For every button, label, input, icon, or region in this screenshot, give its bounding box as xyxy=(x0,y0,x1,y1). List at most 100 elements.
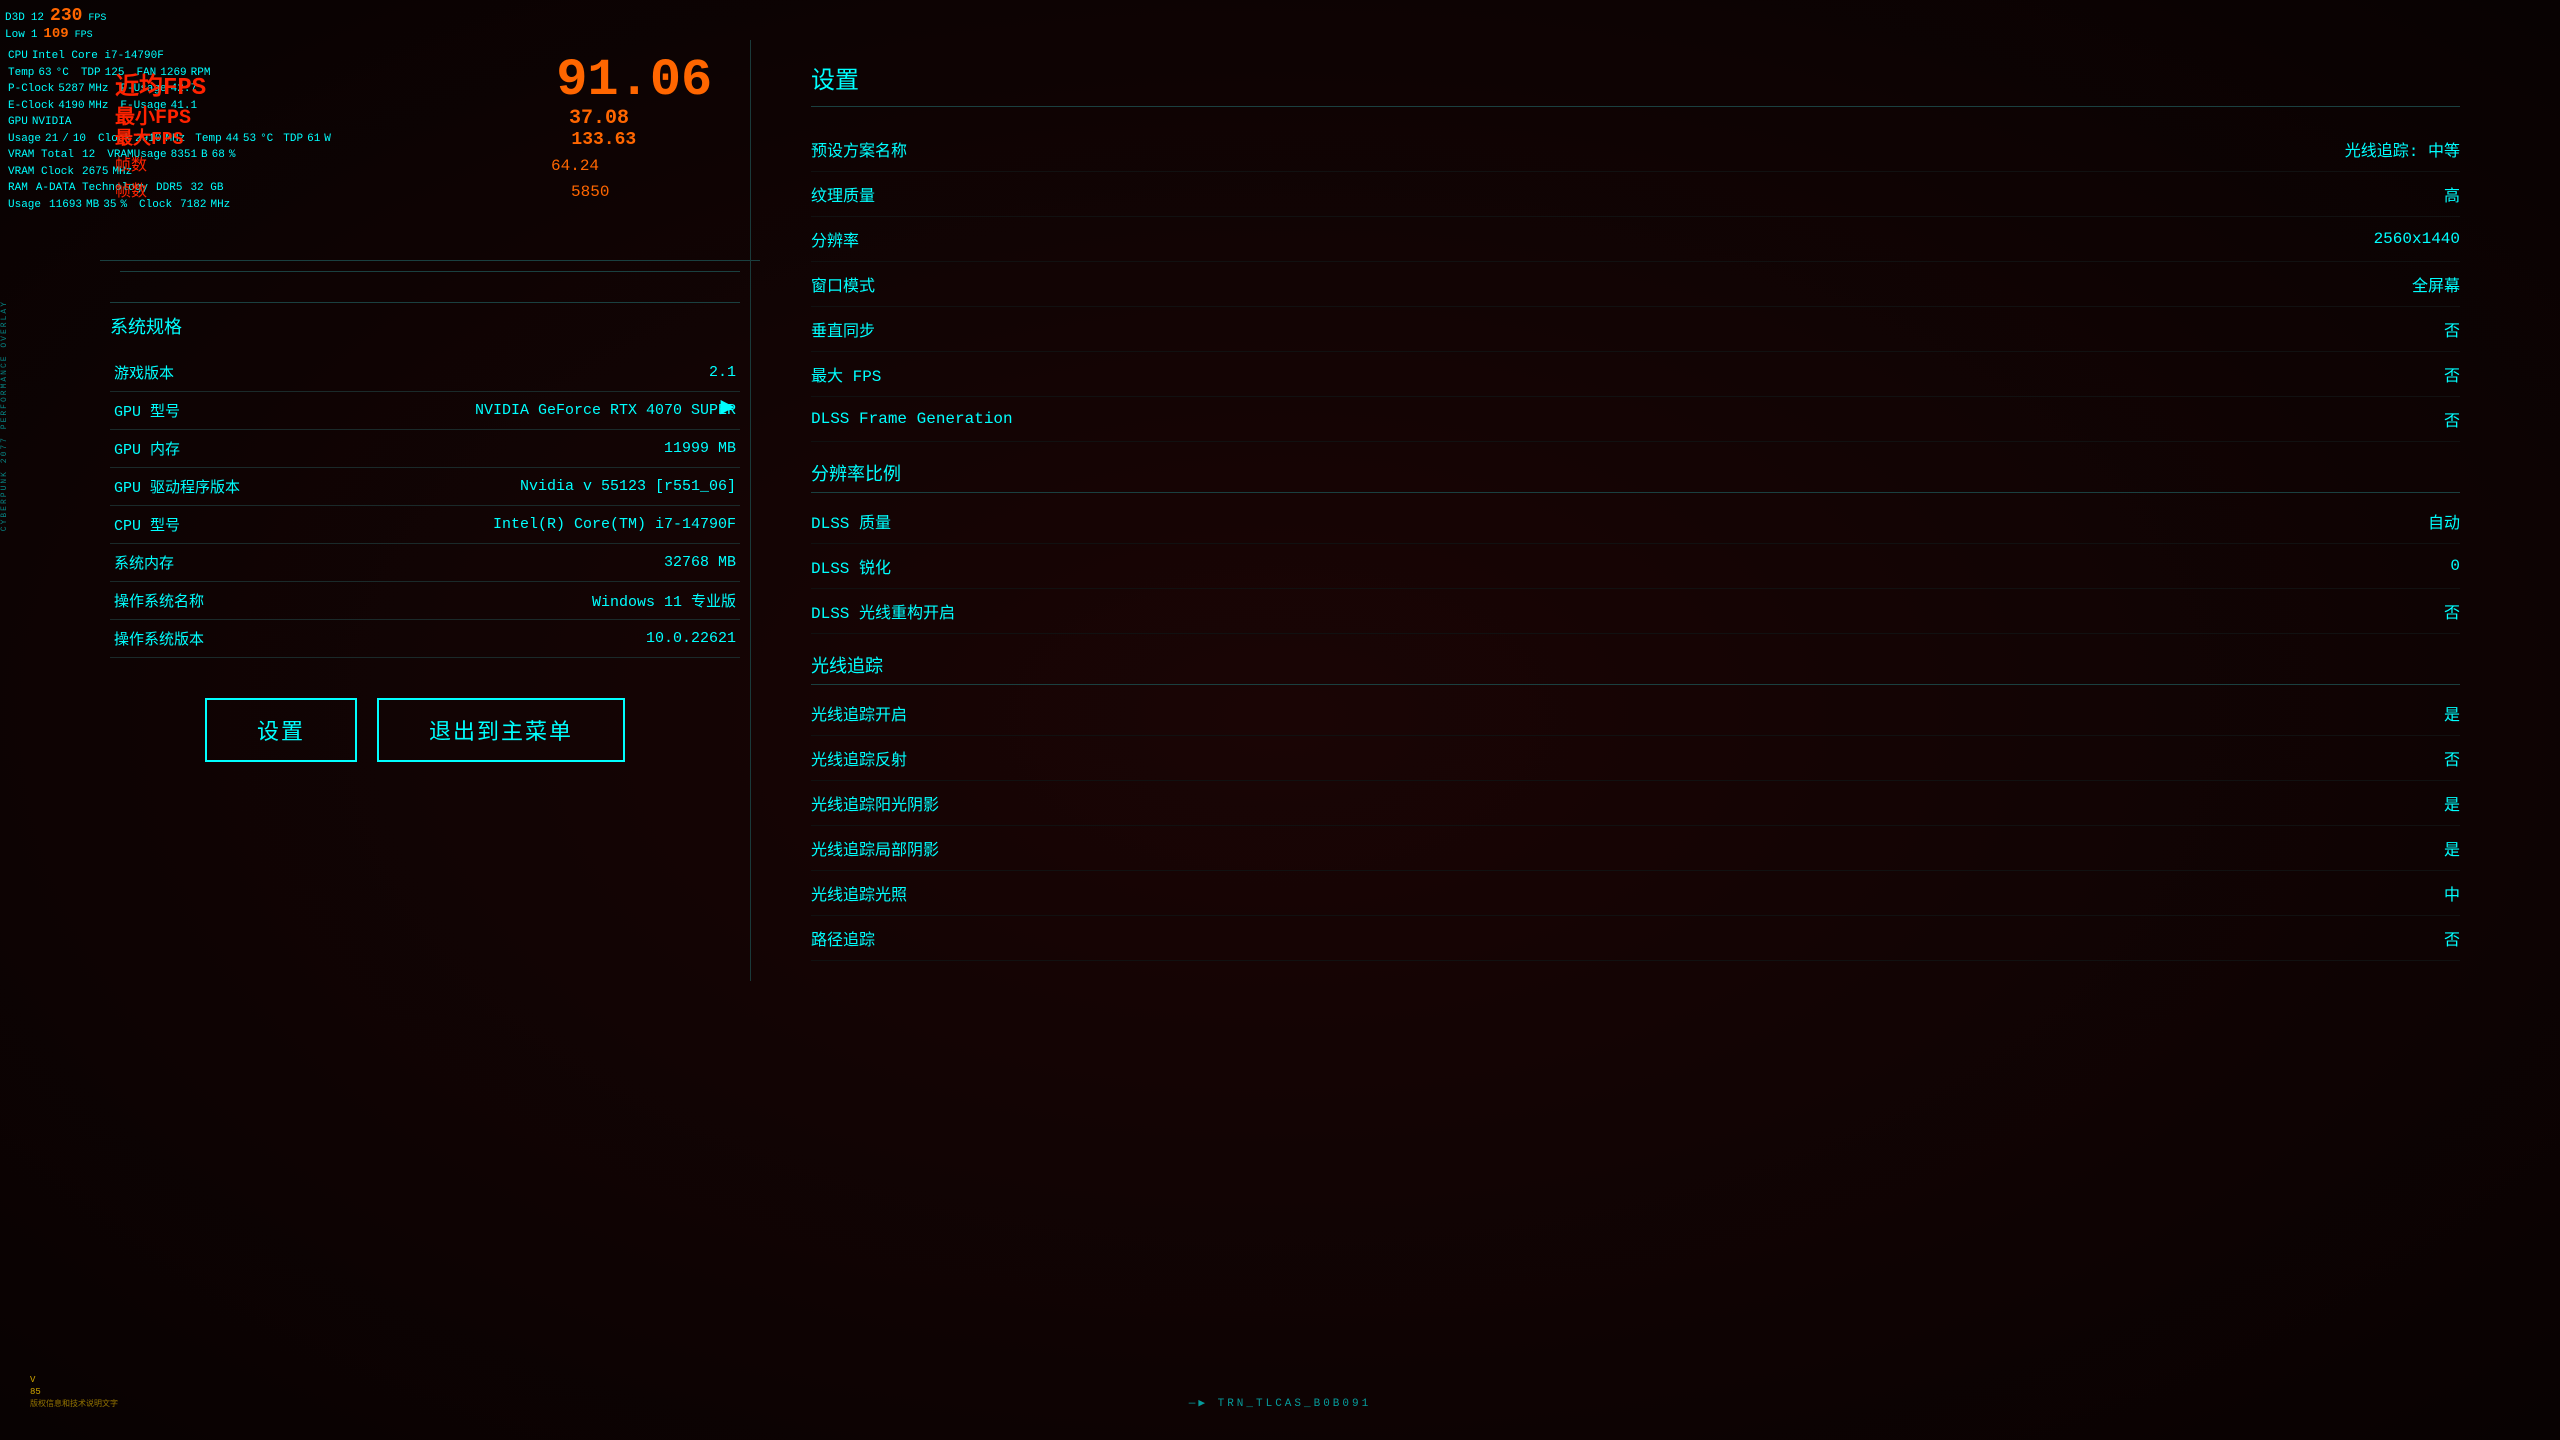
preset-label: 预设方案名称 xyxy=(811,137,907,161)
window-mode-row: 窗口模式 全屏幕 xyxy=(811,262,2460,307)
table-row: GPU 驱动程序版本Nvidia v 55123 [r551_06] xyxy=(110,468,740,506)
temp-label: Temp xyxy=(8,65,34,82)
side-vertical-text: CYBERPUNK 2077 PERFORMANCE OVERLAY xyxy=(0,300,9,531)
cursor-arrow: ► xyxy=(720,395,734,422)
exit-button[interactable]: 退出到主菜单 xyxy=(377,698,625,762)
spec-label: 操作系统名称 xyxy=(110,582,319,620)
general-settings-group: 预设方案名称 光线追踪: 中等 纹理质量 高 分辨率 2560x1440 窗口模… xyxy=(811,127,2460,442)
resolution-ratio-title: 分辨率比例 xyxy=(811,466,901,486)
pclock-value: 5287 xyxy=(58,81,84,98)
resolution-ratio-group: 分辨率比例 DLSS 质量 自动 DLSS 锐化 0 DLSS 光线重构开启 否 xyxy=(811,460,2460,634)
fps-frames-value: 5850 xyxy=(571,183,609,201)
fps-min-value: 37.08 xyxy=(569,109,629,129)
dlss-sharpen-label: DLSS 锐化 xyxy=(811,554,891,578)
spec-label: GPU 型号 xyxy=(110,392,319,430)
rt-reflections-row: 光线追踪反射 否 xyxy=(811,736,2460,781)
fps-max-value: 133.63 xyxy=(571,131,636,149)
gpu-usage-label: Usage xyxy=(8,131,41,148)
spec-value: 11999 MB xyxy=(319,430,740,468)
specs-table: 游戏版本2.1GPU 型号NVIDIA GeForce RTX 4070 SUP… xyxy=(110,354,740,658)
ray-tracing-title: 光线追踪 xyxy=(811,658,883,678)
spec-value: 10.0.22621 xyxy=(319,620,740,658)
low-label: Low xyxy=(5,29,25,41)
version-info: V 85 版权信息和技术说明文字 xyxy=(30,1374,118,1410)
settings-title: 设置 xyxy=(811,69,859,96)
low-1: 1 xyxy=(31,29,38,41)
gpu-usage-value: 21 xyxy=(45,131,58,148)
rt-enabled-row: 光线追踪开启 是 xyxy=(811,691,2460,736)
fps-number: 230 xyxy=(50,6,82,26)
temp-value: 63 xyxy=(38,65,51,82)
texture-label: 纹理质量 xyxy=(811,182,875,206)
rt-lighting-value: 中 xyxy=(2444,881,2460,905)
vsync-label: 垂直同步 xyxy=(811,317,875,341)
eclock-unit: MHz xyxy=(89,98,109,115)
rt-sun-shadows-row: 光线追踪阳光阴影 是 xyxy=(811,781,2460,826)
spec-label: 系统内存 xyxy=(110,544,319,582)
dlss-quality-row: DLSS 质量 自动 xyxy=(811,499,2460,544)
dlss-ray-recon-label: DLSS 光线重构开启 xyxy=(811,599,955,623)
eclock-label: E-Clock xyxy=(8,98,54,115)
fps-avg-label: 近均FPS xyxy=(115,77,206,101)
rt-sun-shadows-value: 是 xyxy=(2444,791,2460,815)
fps-extra1-value: 64.24 xyxy=(551,157,599,175)
resolution-value: 2560x1440 xyxy=(2374,230,2460,248)
low-fps-unit: FPS xyxy=(75,30,93,41)
rt-sun-shadows-label: 光线追踪阳光阴影 xyxy=(811,791,939,815)
buttons-row: 设置 退出到主菜单 xyxy=(70,698,760,762)
spec-value: NVIDIA GeForce RTX 4070 SUPER xyxy=(319,392,740,430)
table-row: GPU 内存11999 MB xyxy=(110,430,740,468)
table-row: 游戏版本2.1 xyxy=(110,354,740,392)
specs-title: 系统规格 xyxy=(110,319,182,339)
vram-total-label: VRAM Total xyxy=(8,147,74,164)
pclock-label: P-Clock xyxy=(8,81,54,98)
temp-unit: °C xyxy=(56,65,69,82)
spec-label: 游戏版本 xyxy=(110,354,319,392)
version-85: 85 xyxy=(30,1386,118,1399)
spec-value: Intel(R) Core(TM) i7-14790F xyxy=(319,506,740,544)
version-desc: 版权信息和技术说明文字 xyxy=(30,1399,118,1410)
preset-row: 预设方案名称 光线追踪: 中等 xyxy=(811,127,2460,172)
rt-path-tracing-label: 路径追踪 xyxy=(811,926,875,950)
ram-usage-value: 11693 xyxy=(49,197,82,214)
ray-tracing-header: 光线追踪 xyxy=(811,652,2460,685)
tdp-label: TDP xyxy=(81,65,101,82)
resolution-row: 分辨率 2560x1440 xyxy=(811,217,2460,262)
rt-reflections-value: 否 xyxy=(2444,746,2460,770)
rt-enabled-label: 光线追踪开启 xyxy=(811,701,907,725)
specs-container: 系统规格 游戏版本2.1GPU 型号NVIDIA GeForce RTX 407… xyxy=(100,302,760,658)
dlss-sharpen-row: DLSS 锐化 0 xyxy=(811,544,2460,589)
ram-usage-label: Usage xyxy=(8,197,41,214)
rt-local-shadows-row: 光线追踪局部阴影 是 xyxy=(811,826,2460,871)
vsync-row: 垂直同步 否 xyxy=(811,307,2460,352)
settings-header: 设置 xyxy=(811,60,2460,107)
rt-lighting-row: 光线追踪光照 中 xyxy=(811,871,2460,916)
table-row: 系统内存32768 MB xyxy=(110,544,740,582)
rt-path-tracing-row: 路径追踪 否 xyxy=(811,916,2460,961)
dlss-ray-recon-value: 否 xyxy=(2444,599,2460,623)
fps-frames-label: 帧数 xyxy=(115,177,147,201)
spec-label: CPU 型号 xyxy=(110,506,319,544)
stats-section xyxy=(100,260,760,292)
d3d-version: 12 xyxy=(31,12,44,24)
dlss-framegen-label: DLSS Frame Generation xyxy=(811,410,1013,428)
fps-overlay: 近均FPS 91.06 最小FPS 37.08 最大FPS 133.63 帧数 … xyxy=(115,55,712,201)
vram-clock-value: 2675 xyxy=(82,164,108,181)
max-fps-value: 否 xyxy=(2444,362,2460,386)
rt-enabled-value: 是 xyxy=(2444,701,2460,725)
d3d-label: D3D xyxy=(5,12,25,24)
rt-reflections-label: 光线追踪反射 xyxy=(811,746,907,770)
spec-value: Windows 11 专业版 xyxy=(319,582,740,620)
ray-tracing-group: 光线追踪 光线追踪开启 是 光线追踪反射 否 光线追踪阳光阴影 是 光线追踪局部… xyxy=(811,652,2460,961)
window-mode-value: 全屏幕 xyxy=(2412,272,2460,296)
gpu-label: GPU xyxy=(8,114,28,131)
table-row: 操作系统名称Windows 11 专业版 xyxy=(110,582,740,620)
fps-min-label: 最小FPS xyxy=(115,109,191,129)
dlss-quality-label: DLSS 质量 xyxy=(811,509,891,533)
vram-total-value: 12 xyxy=(82,147,95,164)
settings-button[interactable]: 设置 xyxy=(205,698,357,762)
rt-local-shadows-label: 光线追踪局部阴影 xyxy=(811,836,939,860)
specs-title-row: 系统规格 xyxy=(110,302,740,339)
dlss-framegen-value: 否 xyxy=(2444,407,2460,431)
texture-row: 纹理质量 高 xyxy=(811,172,2460,217)
